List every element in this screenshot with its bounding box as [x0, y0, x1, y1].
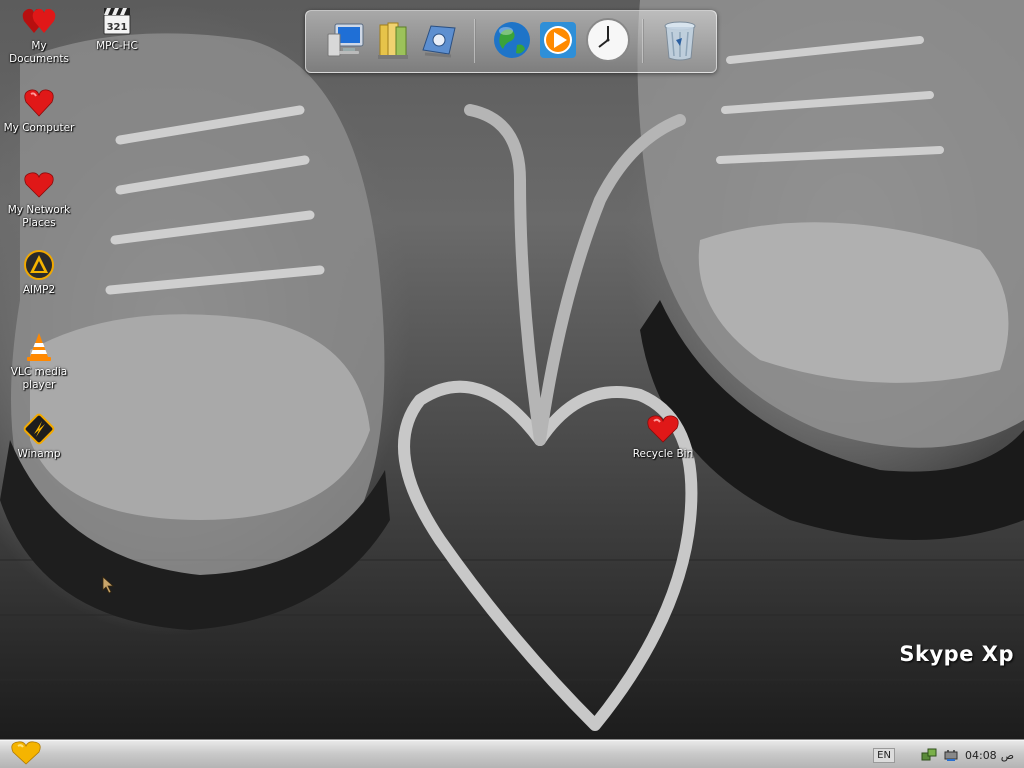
heart-recycle-icon	[646, 412, 680, 446]
wallpaper-art	[0, 0, 1024, 731]
desktop-icon-my-documents[interactable]: My Documents	[0, 4, 78, 66]
desktop-icon-label: MPC-HC	[96, 40, 138, 52]
control-panel-icon	[417, 20, 459, 64]
desktop-icon-label: My Documents	[9, 40, 69, 65]
desktop-icon-label: Winamp	[17, 448, 61, 460]
clock-icon	[585, 17, 631, 67]
dock-item-clock[interactable]	[584, 17, 632, 67]
trash-icon	[660, 18, 700, 66]
clock-time: 04:08	[964, 748, 997, 762]
mouse-cursor-icon	[102, 576, 116, 598]
taskbar: EN 04:08 ص	[0, 740, 1024, 768]
desktop-icon-recycle-bin[interactable]: Recycle Bin	[624, 412, 702, 461]
desktop-icon-aimp2[interactable]: AIMP2	[0, 248, 78, 297]
desktop-icon-label: Recycle Bin	[632, 448, 694, 460]
heart-documents-icon	[22, 4, 56, 38]
mpc-hc-clapper-icon: 321	[100, 4, 134, 38]
heart-computer-icon	[22, 86, 56, 120]
svg-text:321: 321	[107, 22, 128, 33]
monitor-icon	[325, 20, 367, 64]
language-indicator[interactable]: EN	[873, 747, 895, 763]
desktop-icon-my-computer[interactable]: My Computer	[0, 86, 78, 135]
heart-start-icon	[10, 741, 42, 768]
taskbar-clock[interactable]: 04:08 ص	[965, 749, 1014, 762]
desktop-icon-label: My Computer	[3, 122, 75, 134]
application-dock	[305, 10, 717, 73]
desktop-icon-label: AIMP2	[22, 284, 56, 296]
desktop-icon-mpc-hc[interactable]: 321 MPC-HC	[78, 4, 156, 53]
dock-item-control-panel[interactable]	[414, 19, 462, 65]
desktop-wallpaper	[0, 0, 1024, 740]
desktop-icon-my-network-places[interactable]: My Network Places	[0, 168, 78, 230]
media-player-icon	[537, 19, 579, 65]
globe-icon	[491, 19, 533, 65]
dock-separator	[474, 19, 476, 63]
aimp-icon	[22, 248, 56, 282]
dock-item-media-player[interactable]	[534, 19, 582, 65]
heart-network-icon	[22, 168, 56, 202]
system-tray: EN 04:08 ص	[865, 741, 1024, 768]
winamp-icon	[22, 412, 56, 446]
dock-item-documents[interactable]	[368, 19, 416, 65]
desktop-icon-winamp[interactable]: Winamp	[0, 412, 78, 461]
os-brand-label: Skype Xp	[899, 642, 1014, 666]
desktop-icon-label: VLC media player	[10, 366, 68, 391]
clock-period: ص	[1000, 748, 1014, 762]
vlc-cone-icon	[22, 330, 56, 364]
desktop-icon-vlc-media-player[interactable]: VLC media player	[0, 330, 78, 392]
network-tray-icon[interactable]	[921, 747, 937, 763]
desktop-icon-label: My Network Places	[7, 204, 71, 229]
safely-remove-tray-icon[interactable]	[943, 747, 959, 763]
dock-item-internet[interactable]	[488, 19, 536, 65]
dock-item-computer[interactable]	[322, 19, 370, 65]
start-button[interactable]	[8, 741, 44, 768]
dock-separator	[642, 19, 644, 63]
dock-item-recycle-bin[interactable]	[656, 19, 704, 65]
folder-icon	[372, 19, 412, 65]
